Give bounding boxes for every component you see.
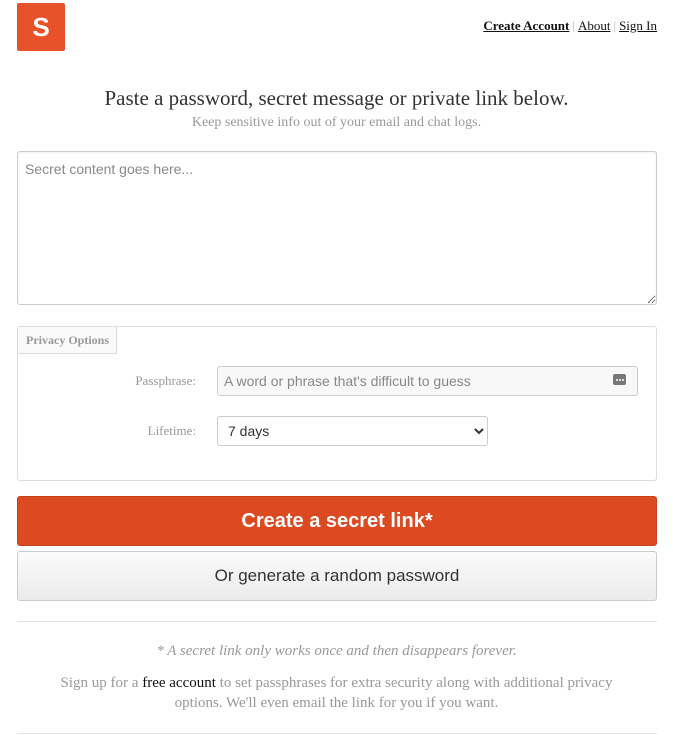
- logo-s-icon: S: [32, 14, 49, 40]
- logo-letter: S: [32, 14, 49, 40]
- footer-note: * A secret link only works once and then…: [156, 643, 517, 659]
- lifetime-select[interactable]: 7 days: [217, 416, 488, 446]
- top-nav: Create Account | About | Sign In: [483, 18, 657, 34]
- passphrase-label: Passphrase:: [135, 373, 196, 388]
- secret-content-input[interactable]: [17, 151, 657, 305]
- free-account-link[interactable]: free account: [142, 675, 216, 691]
- nav-separator: |: [613, 18, 617, 33]
- create-secret-link-button[interactable]: Create a secret link*: [17, 496, 657, 546]
- dots-icon[interactable]: [613, 374, 626, 385]
- privacy-options-panel: Privacy Options Passphrase: Lifetime: 7 …: [17, 326, 657, 481]
- create-account-link[interactable]: Create Account: [483, 18, 569, 33]
- divider: [17, 733, 657, 734]
- passphrase-field[interactable]: [217, 366, 638, 396]
- logo[interactable]: S: [17, 3, 65, 51]
- sign-in-link[interactable]: Sign In: [619, 18, 657, 33]
- divider: [17, 621, 657, 622]
- signup-suffix: to set passphrases for extra security al…: [174, 675, 613, 711]
- nav-separator: |: [572, 18, 575, 33]
- page-title: Paste a password, secret message or priv…: [104, 86, 569, 110]
- privacy-options-tab[interactable]: Privacy Options: [18, 327, 117, 354]
- lifetime-label: Lifetime:: [147, 423, 196, 438]
- passphrase-input[interactable]: [218, 367, 598, 395]
- page-subtitle: Keep sensitive info out of your email an…: [191, 115, 482, 130]
- signup-text: Sign up for a free account to set passph…: [40, 673, 633, 713]
- generate-password-button[interactable]: Or generate a random password: [17, 551, 657, 601]
- signup-prefix: Sign up for a: [60, 675, 139, 691]
- about-link[interactable]: About: [578, 18, 611, 33]
